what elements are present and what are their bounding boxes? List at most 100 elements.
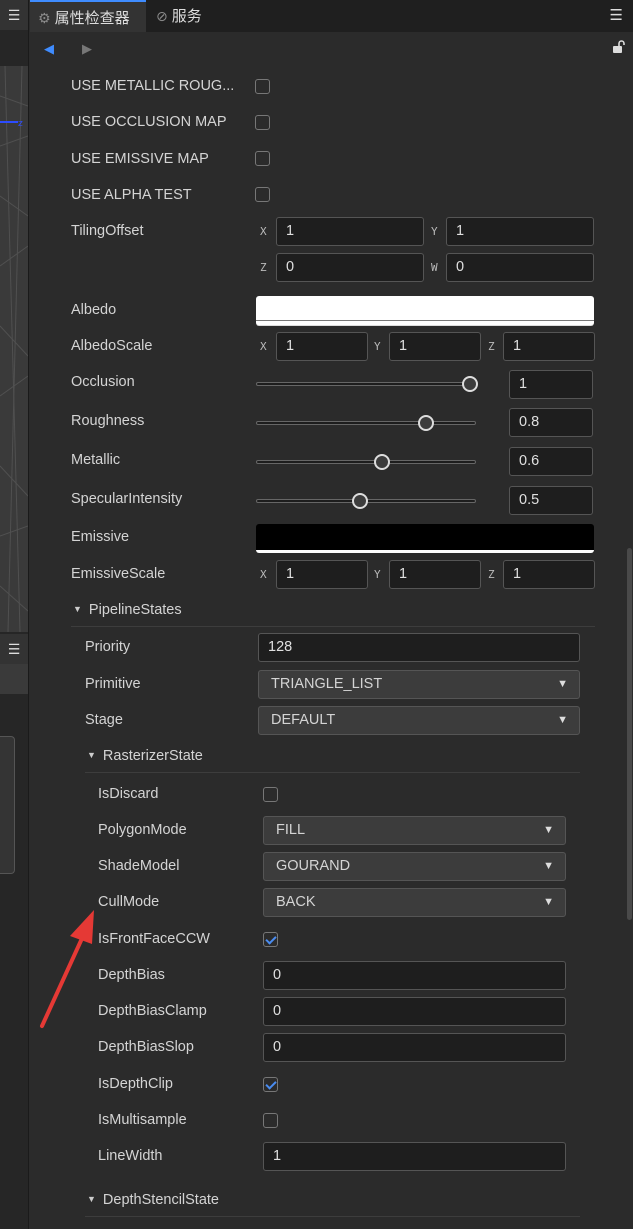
link-icon: ⊘ <box>156 8 168 24</box>
section-divider <box>85 772 580 773</box>
axis-y-label: Y <box>374 340 381 353</box>
annotation-arrow <box>40 910 94 1028</box>
triangle-down-icon: ▼ <box>87 750 96 760</box>
emissive-scale-x-input[interactable]: 1 <box>276 560 368 589</box>
occlusion-slider-track[interactable] <box>256 382 476 386</box>
chevron-down-icon: ▼ <box>543 824 554 836</box>
tiling-z-input[interactable]: 0 <box>276 253 424 282</box>
stage-value: DEFAULT <box>271 712 336 728</box>
depth-bias-label: DepthBias <box>98 967 165 983</box>
chevron-down-icon: ▼ <box>557 714 568 726</box>
multisample-label: IsMultisample <box>98 1112 187 1128</box>
albedo-alpha-line <box>256 320 594 321</box>
unlock-icon[interactable] <box>613 40 625 54</box>
use-occlusion-label: USE OCCLUSION MAP <box>71 114 227 130</box>
use-alpha-checkbox[interactable] <box>255 187 270 202</box>
metallic-slider-knob[interactable] <box>374 454 390 470</box>
forward-arrow-icon[interactable]: ▶ <box>82 41 92 57</box>
tab-bar: ⚙ 属性检查器 ⊘ 服务 ☰ <box>30 0 633 32</box>
tab-inspector[interactable]: ⚙ 属性检查器 <box>30 0 146 32</box>
roughness-input[interactable]: 0.8 <box>509 408 593 437</box>
roughness-label: Roughness <box>71 413 145 429</box>
line-width-label: LineWidth <box>98 1148 163 1164</box>
menu-icon[interactable]: ☰ <box>610 0 623 32</box>
axis-y-label: Y <box>374 568 381 581</box>
primitive-select[interactable]: TRIANGLE_LIST ▼ <box>258 670 580 699</box>
emissive-label: Emissive <box>71 529 130 545</box>
use-metallic-label: USE METALLIC ROUG... <box>71 78 235 94</box>
is-discard-label: IsDiscard <box>98 786 159 802</box>
specular-slider-knob[interactable] <box>352 493 368 509</box>
priority-label: Priority <box>85 639 131 655</box>
triangle-down-icon: ▼ <box>87 1194 96 1204</box>
primitive-label: Primitive <box>85 676 141 692</box>
axis-z-label: Z <box>260 261 267 274</box>
panel-card <box>0 736 15 874</box>
depth-stencil-header[interactable]: ▼ DepthStencilState <box>87 1192 219 1208</box>
svg-text:z: z <box>18 119 23 129</box>
cull-mode-select[interactable]: BACK ▼ <box>263 888 566 917</box>
emissive-scale-z-input[interactable]: 1 <box>503 560 595 589</box>
axis-x-label: X <box>260 225 267 238</box>
occlusion-input[interactable]: 1 <box>509 370 593 399</box>
tiling-x-input[interactable]: 1 <box>276 217 424 246</box>
front-face-ccw-checkbox[interactable] <box>263 932 278 947</box>
section-divider <box>85 1216 580 1217</box>
priority-input[interactable]: 128 <box>258 633 580 662</box>
line-width-input[interactable]: 1 <box>263 1142 566 1171</box>
use-emissive-checkbox[interactable] <box>255 151 270 166</box>
polygon-mode-select[interactable]: FILL ▼ <box>263 816 566 845</box>
occlusion-slider-knob[interactable] <box>462 376 478 392</box>
panel-region <box>0 664 28 694</box>
multisample-checkbox[interactable] <box>263 1113 278 1128</box>
tiling-w-input[interactable]: 0 <box>446 253 594 282</box>
albedo-label: Albedo <box>71 302 117 318</box>
specular-input[interactable]: 0.5 <box>509 486 593 515</box>
depth-bias-input[interactable]: 0 <box>263 961 566 990</box>
axis-y-label: Y <box>431 225 438 238</box>
rasterizer-state-header[interactable]: ▼ RasterizerState <box>87 748 203 764</box>
depth-bias-clamp-input[interactable]: 0 <box>263 997 566 1026</box>
roughness-slider-track[interactable] <box>256 421 476 425</box>
is-discard-checkbox[interactable] <box>263 787 278 802</box>
stage-select[interactable]: DEFAULT ▼ <box>258 706 580 735</box>
shade-model-value: GOURAND <box>276 858 351 874</box>
roughness-slider-knob[interactable] <box>418 415 434 431</box>
scene-menu-icon[interactable]: ☰ <box>0 0 28 30</box>
back-arrow-icon[interactable]: ◀ <box>44 41 54 57</box>
tiling-offset-label: TilingOffset <box>71 223 144 239</box>
use-metallic-checkbox[interactable] <box>255 79 270 94</box>
shade-model-label: ShadeModel <box>98 858 180 874</box>
emissive-scale-label: EmissiveScale <box>71 566 166 582</box>
polygon-mode-label: PolygonMode <box>98 822 187 838</box>
scrollbar[interactable] <box>627 548 632 920</box>
stage-label: Stage <box>85 712 123 728</box>
gear-icon: ⚙ <box>38 10 51 26</box>
use-occlusion-checkbox[interactable] <box>255 115 270 130</box>
scene-panel-strip: ☰ z ☰ <box>0 0 29 1229</box>
albedo-scale-y-input[interactable]: 1 <box>389 332 481 361</box>
axis-w-label: W <box>431 261 438 274</box>
albedo-scale-x-input[interactable]: 1 <box>276 332 368 361</box>
tab-services[interactable]: ⊘ 服务 <box>148 0 214 32</box>
occlusion-label: Occlusion <box>71 374 135 390</box>
axis-x-label: X <box>260 340 267 353</box>
depth-clip-checkbox[interactable] <box>263 1077 278 1092</box>
shade-model-select[interactable]: GOURAND ▼ <box>263 852 566 881</box>
albedo-scale-z-input[interactable]: 1 <box>503 332 595 361</box>
scene-viewport[interactable]: z <box>0 66 28 632</box>
axis-z-label: Z <box>488 340 495 353</box>
metallic-input[interactable]: 0.6 <box>509 447 593 476</box>
emissive-color-swatch[interactable] <box>256 524 594 553</box>
metallic-label: Metallic <box>71 452 121 468</box>
emissive-scale-y-input[interactable]: 1 <box>389 560 481 589</box>
depth-bias-slop-input[interactable]: 0 <box>263 1033 566 1062</box>
metallic-slider-track[interactable] <box>256 460 476 464</box>
tab-services-label: 服务 <box>171 8 202 25</box>
tiling-y-input[interactable]: 1 <box>446 217 594 246</box>
chevron-down-icon: ▼ <box>557 678 568 690</box>
pipeline-states-header[interactable]: ▼ PipelineStates <box>73 602 182 618</box>
specular-intensity-label: SpecularIntensity <box>71 491 183 507</box>
panel-menu-icon[interactable]: ☰ <box>0 634 28 664</box>
depth-bias-slop-label: DepthBiasSlop <box>98 1039 194 1055</box>
